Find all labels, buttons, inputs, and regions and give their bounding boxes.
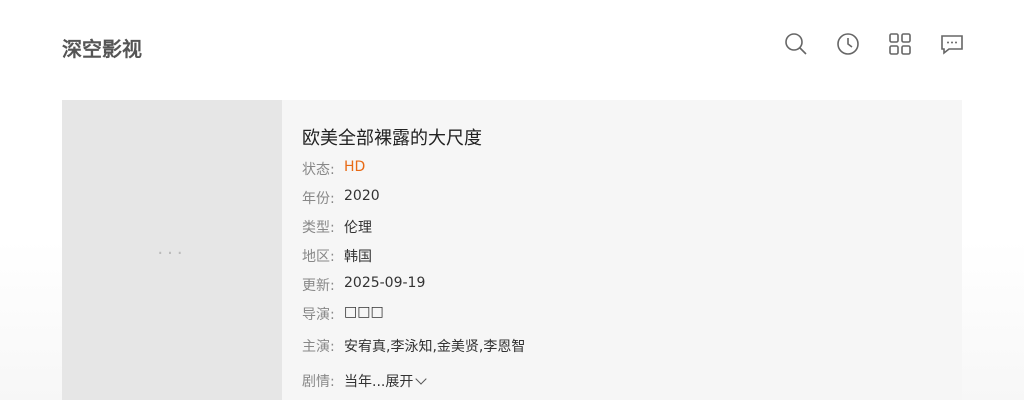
- search-icon[interactable]: [784, 31, 808, 57]
- plot-label: 剧情:: [302, 374, 335, 390]
- info-row-region: 地区: 韩国: [302, 246, 372, 266]
- header-nav: [784, 31, 964, 57]
- year-label: 年份:: [302, 191, 335, 207]
- type-value: 伦理: [344, 220, 372, 236]
- info-row-plot: 剧情: 当年... 展开: [302, 371, 428, 391]
- site-logo[interactable]: 深空影视: [62, 33, 142, 62]
- year-value: 2020: [344, 188, 380, 204]
- info-row-cast: 主演: 安宥真,李泳知,金美贤,李恩智: [302, 336, 525, 356]
- type-label: 类型:: [302, 220, 335, 236]
- updated-value: 2025-09-19: [344, 275, 426, 291]
- info-row-type: 类型: 伦理: [302, 217, 372, 237]
- region-label: 地区:: [302, 249, 335, 265]
- info-row-updated: 更新: 2025-09-19: [302, 275, 425, 295]
- status-value: HD: [344, 159, 366, 175]
- site-header: 深空影视: [0, 0, 1024, 92]
- expand-plot-button[interactable]: 展开: [385, 371, 428, 391]
- director-value: □□□: [344, 304, 384, 320]
- info-row-status: 状态: HD: [302, 159, 365, 179]
- updated-label: 更新:: [302, 278, 335, 294]
- cast-value: 安宥真,李泳知,金美贤,李恩智: [344, 339, 526, 355]
- status-label: 状态:: [302, 162, 335, 178]
- cast-label: 主演:: [302, 339, 335, 355]
- info-row-year: 年份: 2020: [302, 188, 380, 208]
- chevron-down-icon: [415, 373, 428, 385]
- message-icon[interactable]: [940, 31, 964, 57]
- plot-value: 当年...: [344, 374, 386, 390]
- director-label: 导演:: [302, 307, 335, 323]
- movie-detail-card: ... 欧美全部裸露的大尺度 状态: HD 年份: 2020 类型: 伦理 地区…: [62, 100, 962, 400]
- history-icon[interactable]: [836, 31, 860, 57]
- region-value: 韩国: [344, 249, 372, 265]
- info-row-director: 导演: □□□: [302, 304, 384, 324]
- movie-title: 欧美全部裸露的大尺度: [302, 128, 482, 149]
- movie-poster[interactable]: ...: [62, 100, 282, 400]
- expand-label: 展开: [385, 374, 414, 390]
- category-grid-icon[interactable]: [888, 31, 912, 57]
- poster-loading-placeholder: ...: [157, 237, 187, 259]
